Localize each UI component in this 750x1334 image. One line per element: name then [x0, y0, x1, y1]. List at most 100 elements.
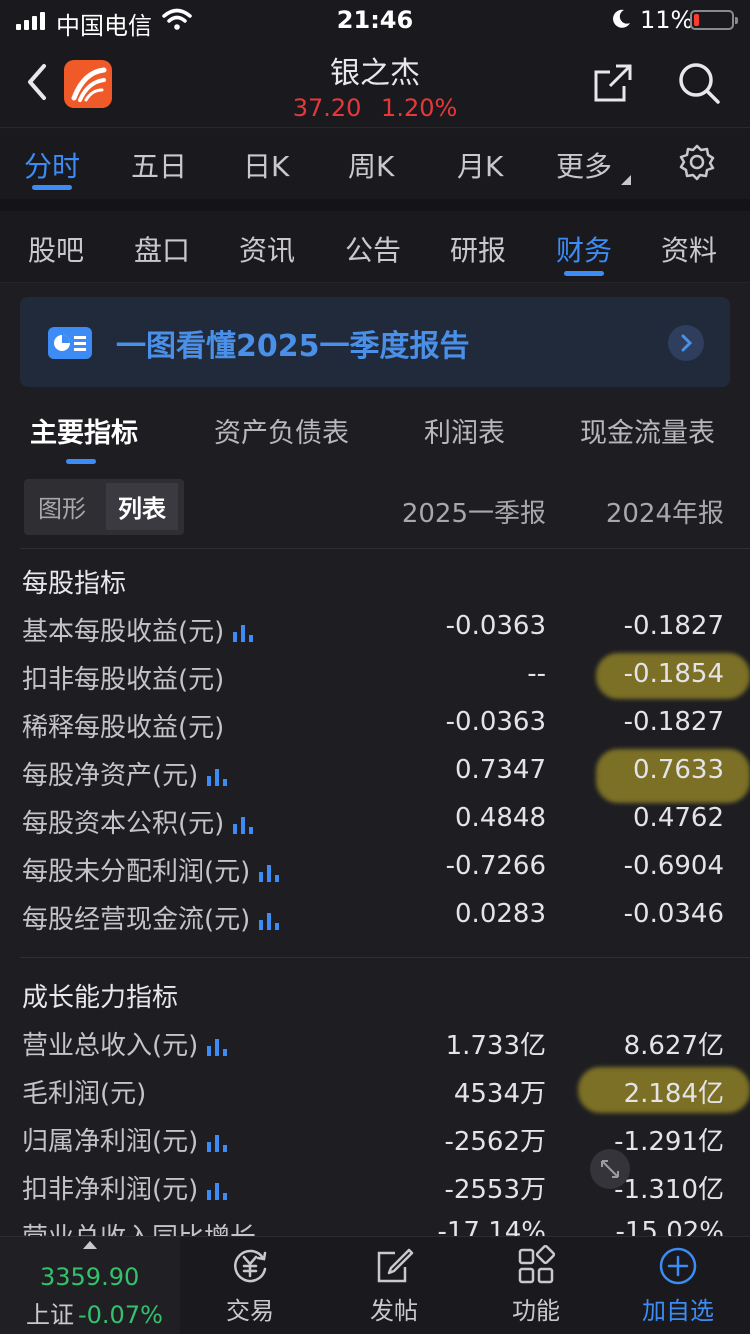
metric-value-2024-annual: -0.1827 — [623, 707, 724, 737]
metric-value-q1-2025: -2562万 — [444, 1127, 546, 1157]
bar-chart-icon[interactable] — [232, 620, 254, 642]
nav-post-label: 发帖 — [370, 1297, 418, 1325]
view-toggle: 图形 列表 — [24, 479, 184, 535]
grid-icon — [518, 1245, 556, 1284]
tab-more[interactable]: 更多 — [556, 145, 631, 185]
nav-functions[interactable]: 功能 — [476, 1245, 596, 1334]
add-watchlist-icon — [659, 1247, 697, 1285]
metric-value-2024-annual: -0.6904 — [623, 851, 724, 881]
metric-label[interactable]: 每股净资产(元) — [22, 755, 228, 792]
expand-icon[interactable] — [590, 1149, 630, 1189]
metric-label[interactable]: 每股未分配利润(元) — [22, 851, 280, 888]
tab-income-statement[interactable]: 利润表 — [424, 411, 505, 450]
nav-bar: 银之杰 37.20 1.20% — [0, 40, 750, 128]
moon-icon — [613, 9, 630, 28]
post-icon — [377, 1248, 414, 1283]
metric-label[interactable]: 归属净利润(元) — [22, 1121, 228, 1158]
report-banner[interactable]: 一图看懂2025一季度报告 — [20, 297, 730, 387]
section-title: 每股指标 — [22, 569, 127, 599]
metric-value-2024-annual: 0.4762 — [633, 803, 724, 833]
gear-icon[interactable] — [678, 143, 716, 181]
metric-label-text: 每股净资产(元) — [22, 761, 199, 791]
metric-label[interactable]: 营业总收入同比增长 — [22, 1217, 256, 1236]
nav-functions-label: 功能 — [512, 1297, 560, 1325]
tab-cash-flow[interactable]: 现金流量表 — [580, 411, 715, 450]
bar-chart-icon[interactable] — [258, 860, 280, 882]
metric-value-q1-2025: -17.14% — [437, 1217, 546, 1236]
metric-label-text: 扣非每股收益(元) — [22, 665, 225, 695]
market-index-ticker[interactable]: 3359.90 上证 -0.07% — [0, 1237, 180, 1334]
tab-daily-k[interactable]: 日K — [243, 145, 289, 185]
divider — [20, 548, 750, 549]
tab-weekly-k[interactable]: 周K — [348, 145, 394, 185]
tab-forum[interactable]: 股吧 — [28, 229, 84, 269]
bar-chart-icon[interactable] — [206, 1130, 228, 1152]
toggle-chart-view[interactable]: 图形 — [38, 489, 86, 524]
column-header-q1-2025: 2025一季报 — [401, 499, 546, 529]
metric-label-text: 扣非净利润(元) — [22, 1175, 199, 1205]
stock-price: 37.20 — [292, 94, 362, 122]
metric-value-2024-annual: -0.1854 — [623, 659, 724, 689]
status-time: 21:46 — [336, 6, 414, 34]
metric-value-q1-2025: -0.0363 — [445, 707, 546, 737]
metric-value-q1-2025: -- — [527, 659, 546, 689]
index-value: 3359.90 — [40, 1263, 140, 1291]
index-label: 上证 -0.07% — [26, 1295, 163, 1330]
metric-label[interactable]: 稀释每股收益(元) — [22, 707, 224, 744]
tab-finance[interactable]: 财务 — [556, 229, 612, 269]
metric-label-text: 每股资本公积(元) — [22, 809, 225, 839]
search-icon[interactable] — [676, 60, 722, 106]
tab-monthly-k[interactable]: 月K — [457, 145, 503, 185]
metric-value-2024-annual: -1.310亿 — [614, 1175, 724, 1205]
metric-label-text: 归属净利润(元) — [22, 1127, 199, 1157]
tab-news[interactable]: 资讯 — [239, 229, 295, 269]
tab-intraday[interactable]: 分时 — [24, 145, 80, 185]
divider — [20, 957, 750, 958]
nav-add-watchlist[interactable]: 加自选 — [618, 1245, 738, 1334]
caret-up-icon — [83, 1241, 97, 1249]
metric-label[interactable]: 每股资本公积(元) — [22, 803, 254, 840]
metric-label[interactable]: 营业总收入(元) — [22, 1025, 228, 1062]
bar-chart-icon[interactable] — [206, 764, 228, 786]
metric-label[interactable]: 每股经营现金流(元) — [22, 899, 280, 936]
status-bar: 中国电信 21:46 11% — [0, 0, 750, 40]
active-tab-indicator — [564, 271, 604, 276]
bar-chart-icon[interactable] — [206, 1178, 228, 1200]
metric-label[interactable]: 扣非净利润(元) — [22, 1169, 228, 1206]
nav-trade[interactable]: 交易 — [190, 1245, 310, 1334]
index-name: 上证 — [26, 1301, 74, 1329]
metric-label[interactable]: 扣非每股收益(元) — [22, 659, 224, 696]
tab-balance-sheet[interactable]: 资产负债表 — [214, 411, 349, 450]
metric-value-2024-annual: -1.291亿 — [614, 1127, 724, 1157]
nav-post[interactable]: 发帖 — [334, 1245, 454, 1334]
metric-value-q1-2025: -0.7266 — [445, 851, 546, 881]
tab-five-day[interactable]: 五日 — [131, 145, 187, 185]
tab-profile[interactable]: 资料 — [661, 229, 717, 269]
metric-label-text: 每股经营现金流(元) — [22, 905, 251, 935]
bar-chart-icon[interactable] — [258, 908, 280, 930]
metric-value-q1-2025: -2553万 — [444, 1175, 546, 1205]
finance-content: 一图看懂2025一季度报告 主要指标 资产负债表 利润表 现金流量表 图形 列表… — [0, 283, 750, 1236]
bottom-bar: 3359.90 上证 -0.07% 交易 发帖 功能 加自选 — [0, 1236, 750, 1334]
tab-research[interactable]: 研报 — [450, 229, 506, 269]
bar-chart-icon[interactable] — [206, 1034, 228, 1056]
toggle-list-view[interactable]: 列表 — [106, 483, 178, 530]
share-icon[interactable] — [590, 60, 636, 106]
chart-period-tabs: 分时 五日 日K 周K 月K 更多 — [0, 129, 750, 199]
section-gap — [0, 199, 750, 211]
stock-name: 银之杰 — [330, 56, 420, 91]
bar-chart-icon[interactable] — [232, 812, 254, 834]
metric-value-q1-2025: 0.4848 — [455, 803, 546, 833]
tab-quotes[interactable]: 盘口 — [134, 229, 190, 269]
metric-label-text: 营业总收入(元) — [22, 1031, 199, 1061]
tab-announcements[interactable]: 公告 — [345, 229, 401, 269]
metric-value-q1-2025: 4534万 — [453, 1079, 546, 1109]
metric-label[interactable]: 毛利润(元) — [22, 1073, 146, 1110]
metric-label[interactable]: 基本每股收益(元) — [22, 611, 254, 648]
financial-statement-tabs: 主要指标 资产负债表 利润表 现金流量表 — [0, 403, 750, 465]
tab-key-metrics[interactable]: 主要指标 — [30, 411, 138, 450]
metric-label-text: 基本每股收益(元) — [22, 617, 225, 647]
nav-add-watchlist-label: 加自选 — [642, 1297, 714, 1325]
metric-label-text: 每股未分配利润(元) — [22, 857, 251, 887]
chevron-right-icon[interactable] — [668, 325, 704, 361]
